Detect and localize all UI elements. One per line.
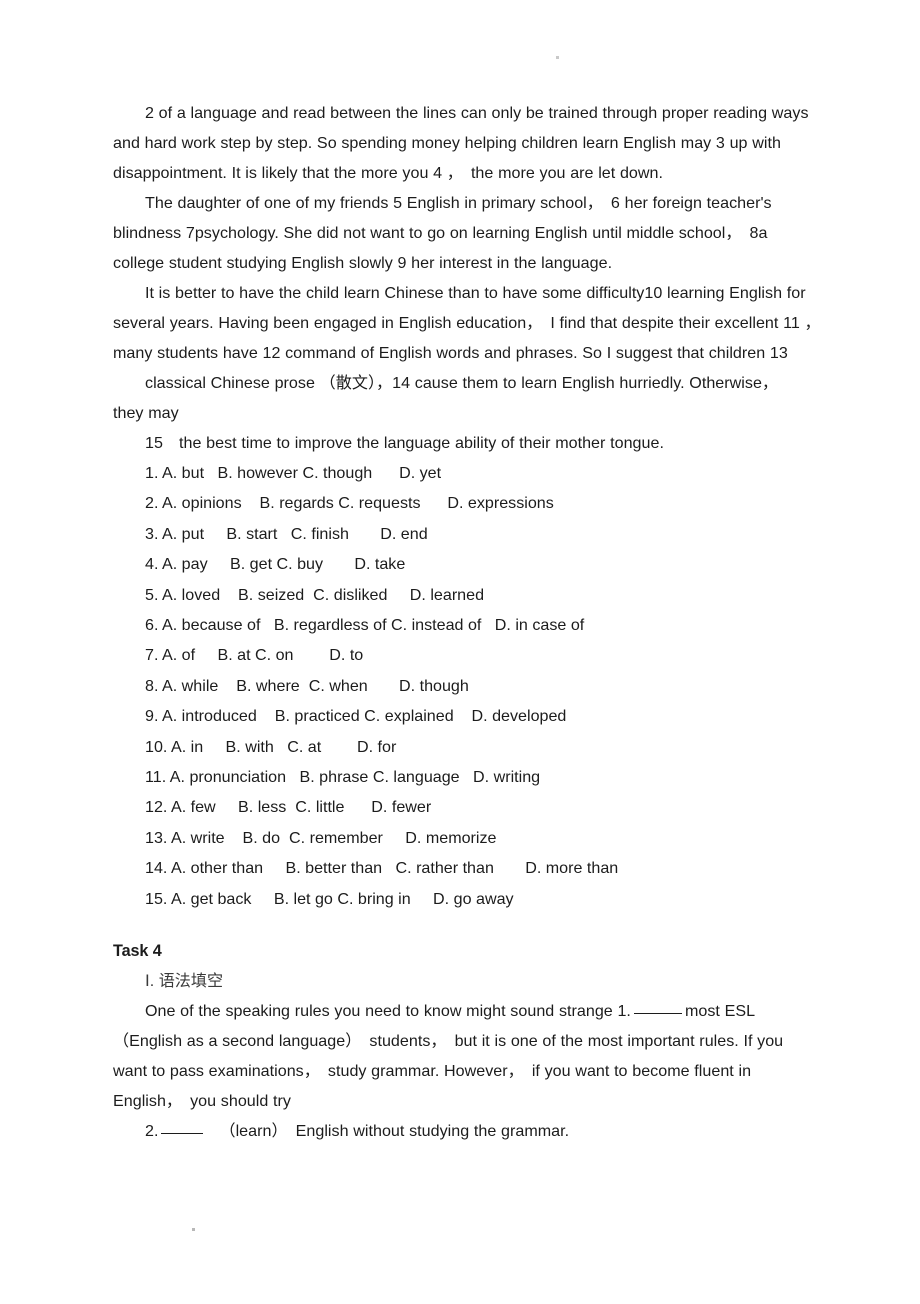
task-numbered-item-2: 2. （learn） English without studying the g… (113, 1116, 813, 1146)
scan-speckle-bottom (192, 1228, 195, 1231)
task-body-text-before-blank: One of the speaking rules you need to kn… (145, 1002, 631, 1021)
fill-blank-2 (161, 1133, 204, 1135)
task-item-text: （learn） English without studying the gra… (219, 1122, 570, 1141)
scan-speckle-top (556, 56, 559, 59)
option-line-11: 11. A. pronunciation B. phrase C. langua… (145, 768, 541, 787)
paragraph-5: 15 the best time to improve the language… (145, 434, 664, 452)
paragraph-1: 2 of a language and read between the lin… (113, 104, 809, 182)
option-line-5: 5. A. loved B. seized C. disliked D. lea… (145, 585, 485, 604)
option-line-13: 13. A. write B. do C. remember D. memori… (145, 828, 497, 847)
option-line-2: 2. A. opinions B. regards C. requests D.… (145, 494, 554, 513)
option-line-10: 10. A. in B. with C. at D. for (145, 737, 397, 756)
task-body-paragraph: One of the speaking rules you need to kn… (113, 996, 813, 1116)
document-page: 2 of a language and read between the lin… (0, 0, 920, 1304)
task-heading: Task 4 (113, 942, 162, 961)
option-line-12: 12. A. few B. less C. little D. fewer (145, 798, 432, 817)
option-line-15: 15. A. get back B. let go C. bring in D.… (145, 889, 514, 908)
option-line-4: 4. A. pay B. get C. buy D. take (145, 555, 406, 574)
option-line-14: 14. A. other than B. better than C. rath… (145, 859, 619, 878)
document-content: 2 of a language and read between the lin… (113, 98, 829, 1146)
option-line-7: 7. A. of B. at C. on D. to (145, 646, 364, 665)
paragraph-3: It is better to have the child learn Chi… (113, 284, 829, 362)
option-line-8: 8. A. while B. where C. when D. though (145, 676, 469, 695)
option-line-6: 6. A. because of B. regardless of C. ins… (145, 616, 585, 635)
option-line-1: 1. A. but B. however C. though D. yet (145, 464, 442, 482)
option-line-3: 3. A. put B. start C. finish D. end (145, 524, 428, 543)
paragraph-4: classical Chinese prose （散文），14 cause th… (113, 374, 787, 422)
paragraph-2: The daughter of one of my friends 5 Engl… (113, 194, 772, 272)
task-item-number: 2. (145, 1122, 159, 1141)
task-section-heading: Ⅰ. 语法填空 (145, 972, 224, 991)
fill-blank-1 (633, 1013, 682, 1015)
option-line-9: 9. A. introduced B. practiced C. explain… (145, 707, 567, 726)
multiple-choice-options: 1. A. but B. however C. though D. yet 2.… (113, 458, 813, 914)
